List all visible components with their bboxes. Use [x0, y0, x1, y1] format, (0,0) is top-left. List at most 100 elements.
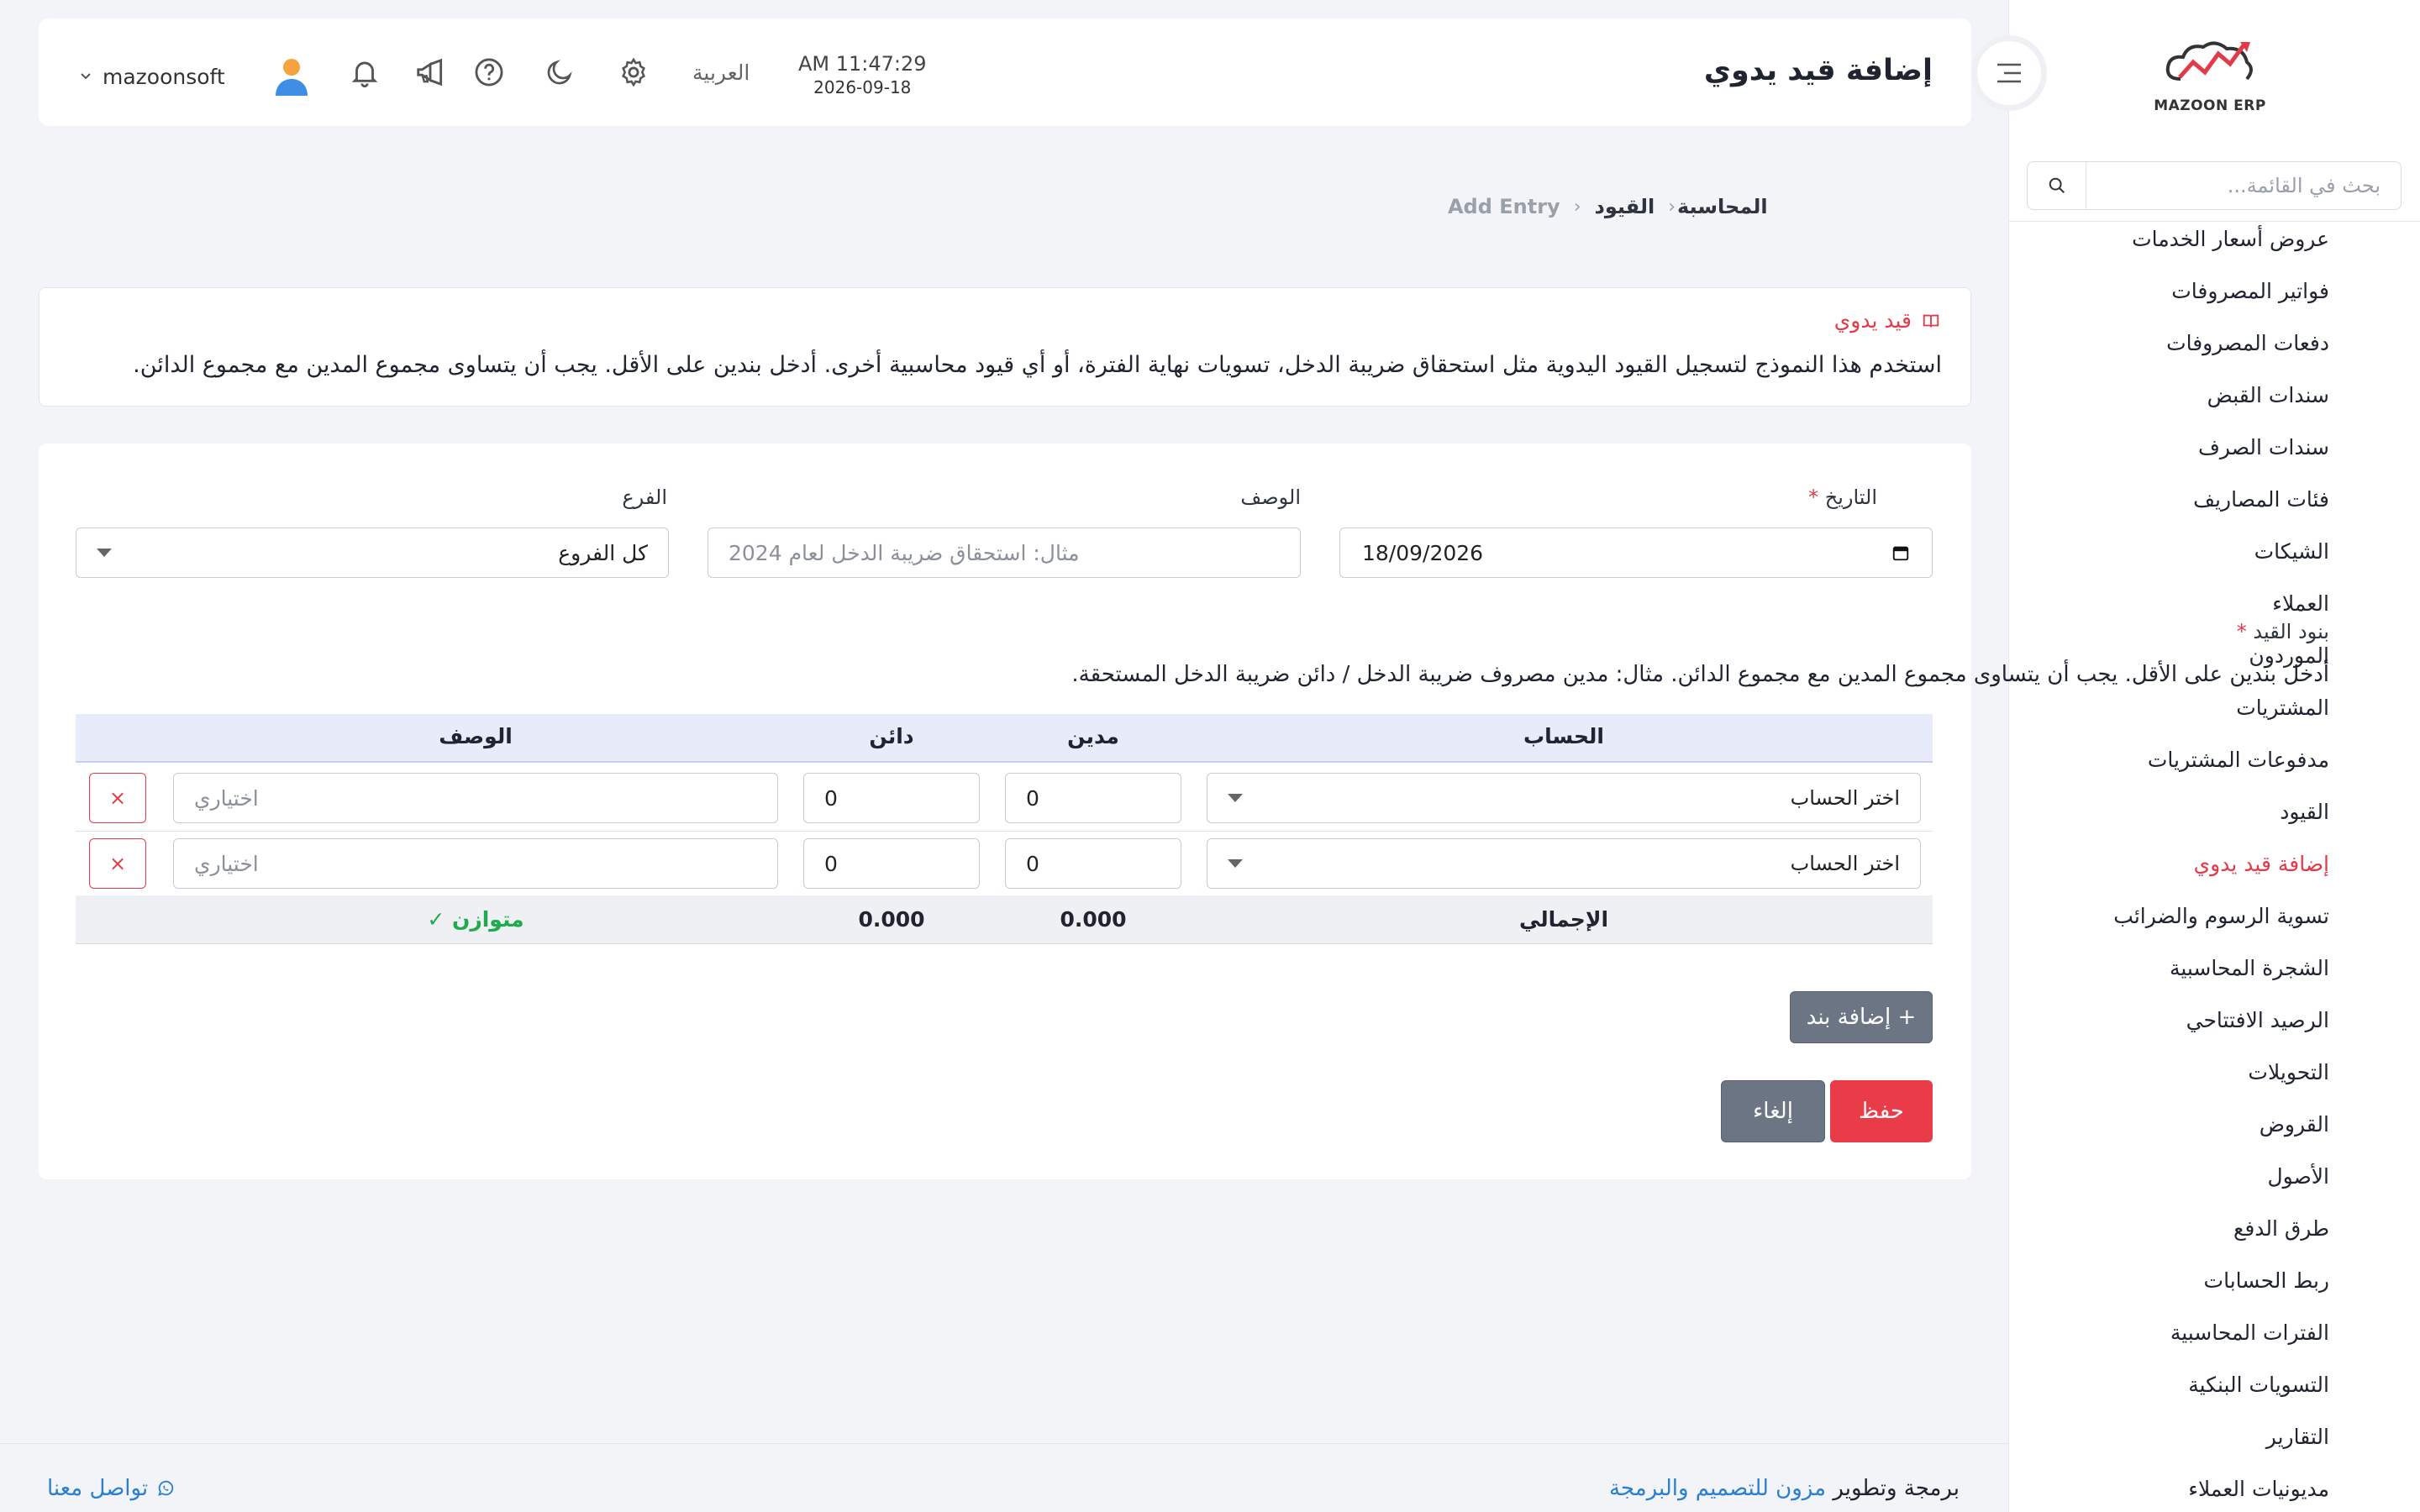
sidebar-item[interactable]: الفترات المحاسبية — [2010, 1315, 2329, 1367]
branch-select[interactable]: كل الفروع — [76, 528, 669, 578]
sidebar-item[interactable]: المشتريات — [2010, 690, 2329, 742]
brand-name: MAZOON ERP — [2154, 97, 2266, 114]
delete-line-button[interactable]: × — [89, 838, 146, 889]
sidebar-item[interactable]: سندات الصرف — [2010, 429, 2329, 481]
branch-value: كل الفروع — [558, 540, 648, 565]
credit-link[interactable]: مزون للتصميم والبرمجة — [1609, 1476, 1826, 1501]
add-line-button[interactable]: + إضافة بند — [1790, 991, 1933, 1043]
clock-time: AM 11:47:29 — [798, 52, 927, 76]
sidebar-item[interactable]: ربط الحسابات — [2010, 1263, 2329, 1315]
info-title: قيد يدوي — [1833, 308, 1912, 333]
page-title: إضافة قيد يدوي — [1703, 54, 1933, 87]
chevron-down-icon — [97, 549, 112, 557]
lines-help: أدخل بندين على الأقل. يجب أن يتساوى مجمو… — [1071, 662, 2329, 687]
user-menu[interactable]: mazoonsoft — [79, 54, 314, 99]
branch-label: الفرع — [622, 486, 667, 509]
sidebar-item[interactable]: الشيكات — [2010, 533, 2329, 585]
info-box: قيد يدوي استخدم هذا النموذج لتسجيل القيو… — [39, 287, 1971, 407]
sidebar-item[interactable]: القيود — [2010, 794, 2329, 846]
balance-status: متوازن ✓ — [427, 907, 524, 932]
sidebar-item[interactable]: التقارير — [2010, 1419, 2329, 1471]
sidebar-toggle-button[interactable] — [1971, 35, 2047, 111]
avatar — [275, 59, 308, 96]
breadcrumb-current: Add Entry — [1447, 195, 1560, 218]
info-text: استخدم هذا النموذج لتسجيل القيود اليدوية… — [133, 352, 1942, 378]
sidebar-item[interactable]: الشجرة المحاسبية — [2010, 950, 2329, 1002]
sidebar: MAZOON ERP عروض أسعار الخدماتفواتير المص… — [2008, 0, 2420, 1512]
credit-input[interactable]: 0 — [803, 773, 980, 823]
credit-input[interactable]: 0 — [803, 838, 980, 889]
account-value: اختر الحساب — [1790, 852, 1900, 875]
menu-icon — [1997, 63, 2021, 83]
logo-mark-icon — [2165, 41, 2253, 81]
sidebar-item[interactable]: الرصيد الافتتاحي — [2010, 1002, 2329, 1054]
date-field[interactable]: 18/09/2026 — [1339, 528, 1933, 578]
sidebar-item[interactable]: فئات المصاريف — [2010, 481, 2329, 533]
col-credit: دائن — [869, 724, 914, 748]
footer-credit: برمجة وتطوير مزون للتصميم والبرمجة — [1609, 1476, 1960, 1501]
sidebar-item[interactable]: طرق الدفع — [2010, 1210, 2329, 1263]
account-value: اختر الحساب — [1790, 786, 1900, 810]
debit-input[interactable]: 0 — [1005, 838, 1181, 889]
notifications-icon[interactable] — [346, 54, 383, 91]
sidebar-item[interactable]: سندات القبض — [2010, 377, 2329, 429]
search-input[interactable] — [2086, 162, 2401, 209]
lines-table-header: الحساب مدين دائن الوصف — [76, 714, 1933, 763]
table-row: اختر الحساب 0 0 اختياري × — [76, 764, 1933, 832]
search-icon[interactable] — [2028, 162, 2086, 209]
cancel-button[interactable]: إلغاء — [1721, 1080, 1825, 1142]
debit-input[interactable]: 0 — [1005, 773, 1181, 823]
delete-line-button[interactable]: × — [89, 773, 146, 823]
sidebar-item[interactable]: التسويات البنكية — [2010, 1367, 2329, 1419]
totals-row: الإجمالي 0.000 0.000 متوازن ✓ — [76, 895, 1933, 944]
language-switch[interactable]: العربية — [692, 60, 750, 85]
save-button[interactable]: حفظ — [1830, 1080, 1933, 1142]
sidebar-item[interactable]: القروض — [2010, 1106, 2329, 1158]
description-input[interactable]: مثال: استحقاق ضريبة الدخل لعام 2024 — [708, 528, 1301, 578]
dark-mode-icon[interactable] — [541, 54, 578, 91]
sidebar-item[interactable]: الأصول — [2010, 1158, 2329, 1210]
col-account: الحساب — [1523, 724, 1604, 748]
help-icon[interactable] — [471, 54, 508, 91]
chevron-left-icon: ‹ — [1573, 196, 1581, 218]
line-description-input[interactable]: اختياري — [173, 773, 778, 823]
sidebar-item[interactable]: مدفوعات المشتريات — [2010, 742, 2329, 794]
sidebar-menu: عروض أسعار الخدمات فواتير المصروفات دفعات … — [2010, 221, 2329, 1512]
sidebar-item[interactable]: فواتير المصروفات — [2010, 273, 2329, 325]
breadcrumb-journals[interactable]: القيود — [1595, 195, 1655, 218]
sidebar-item[interactable]: دفعات المصروفات — [2010, 325, 2329, 377]
topbar: إضافة قيد يدوي AM 11:47:29 2026-09-18 ال… — [39, 18, 1971, 126]
sidebar-item[interactable]: إضافة قيد يدوي — [2010, 846, 2329, 898]
sidebar-item[interactable]: تسوية الرسوم والضرائب — [2010, 898, 2329, 950]
account-select[interactable]: اختر الحساب — [1207, 773, 1921, 823]
chevron-left-icon: ‹ — [1668, 196, 1676, 218]
footer: برمجة وتطوير مزون للتصميم والبرمجة تواصل… — [0, 1443, 2008, 1512]
account-select[interactable]: اختر الحساب — [1207, 838, 1921, 889]
credit-prefix: برمجة وتطوير — [1833, 1476, 1960, 1501]
clock: AM 11:47:29 2026-09-18 — [798, 52, 927, 97]
line-description-input[interactable]: اختياري — [173, 838, 778, 889]
breadcrumb: ‹ القيود ‹ Add Entry — [1448, 195, 1676, 218]
total-credit: 0.000 — [858, 907, 925, 932]
clock-date: 2026-09-18 — [813, 77, 912, 97]
contact-link[interactable]: تواصل معنا — [47, 1476, 175, 1501]
lines-label: بنود القيد * — [2236, 620, 2329, 643]
date-value: 18/09/2026 — [1362, 540, 1484, 565]
table-row: اختر الحساب 0 0 اختياري × — [76, 830, 1933, 897]
sidebar-item[interactable]: عروض أسعار الخدمات — [2010, 221, 2329, 273]
book-icon — [1923, 314, 1939, 328]
chevron-down-icon — [81, 73, 91, 80]
breadcrumb-root[interactable]: المحاسبة — [1677, 195, 1768, 218]
announcement-icon[interactable] — [412, 54, 449, 91]
whatsapp-icon — [158, 1480, 174, 1496]
logo[interactable]: MAZOON ERP — [2151, 35, 2269, 116]
username: mazoonsoft — [103, 64, 225, 89]
description-label: الوصف — [1240, 486, 1301, 509]
sidebar-item[interactable]: التحويلات — [2010, 1054, 2329, 1106]
contact-label: تواصل معنا — [47, 1476, 149, 1501]
total-label: الإجمالي — [1518, 907, 1609, 932]
calendar-icon[interactable] — [1891, 543, 1910, 562]
sidebar-item[interactable]: مديونيات العملاء — [2010, 1471, 2329, 1512]
settings-icon[interactable] — [615, 54, 652, 91]
date-label: التاريخ * — [1808, 486, 1877, 509]
